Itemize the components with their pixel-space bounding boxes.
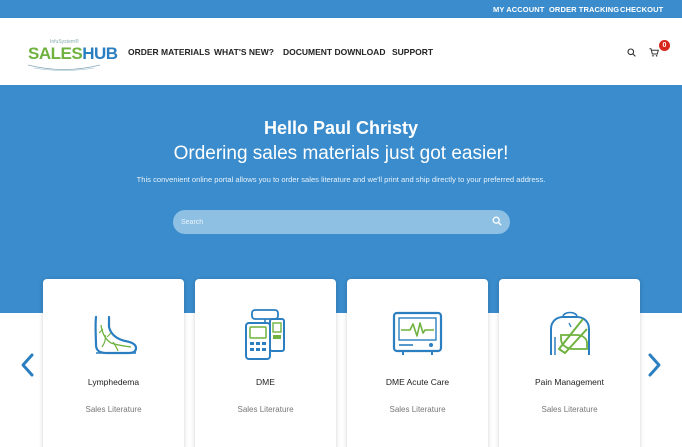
arm-sling-icon [550,311,590,355]
card-subtitle: Sales Literature [85,405,142,414]
site-header: InfuSystem® SALESHUB ORDER MATERIALS WHA… [0,18,682,85]
category-card-dme[interactable]: DME Sales Literature [195,279,336,447]
search-icon[interactable] [627,48,636,57]
utility-bar: MY ACCOUNT ORDER TRACKING CHECKOUT [0,0,682,18]
nav-order-materials[interactable]: ORDER MATERIALS [128,47,210,57]
monitor-icon [392,311,443,355]
card-title: Pain Management [535,377,604,387]
category-card-dme-acute-care[interactable]: DME Acute Care Sales Literature [347,279,488,447]
logo-swoosh-icon [27,64,101,71]
carousel-next-arrow-icon[interactable] [647,352,663,378]
nav-document-download[interactable]: DOCUMENT DOWNLOAD [283,47,385,57]
search-bar [173,210,510,234]
card-title: DME Acute Care [385,377,450,387]
category-card-lymphedema[interactable]: Lymphedema Sales Literature [43,279,184,447]
card-subtitle: Sales Literature [237,405,294,414]
logo-wordmark: SALESHUB [28,44,118,63]
card-subtitle: Sales Literature [541,405,598,414]
nav-support[interactable]: SUPPORT [392,47,433,57]
greeting-title: Hello Paul Christy [263,118,419,138]
my-account-link[interactable]: MY ACCOUNT [493,5,544,14]
order-tracking-link[interactable]: ORDER TRACKING [549,5,619,14]
saleshub-logo[interactable]: InfuSystem® SALESHUB [26,39,118,75]
hero-subtitle: Ordering sales materials just got easier… [173,143,509,164]
category-card-pain-management[interactable]: Pain Management Sales Literature [499,279,640,447]
search-submit-icon[interactable] [492,216,502,226]
carousel-prev-arrow-icon[interactable] [19,352,35,378]
card-title: DME [256,377,275,387]
card-title: Lymphedema [87,377,140,387]
foot-icon [94,315,138,355]
card-subtitle: Sales Literature [389,405,446,414]
nav-whats-new[interactable]: WHAT'S NEW? [214,47,274,57]
infusion-pump-icon [245,309,285,360]
hero-description: This convenient online portal allows you… [136,175,546,184]
search-input[interactable] [181,214,481,230]
checkout-link[interactable]: CHECKOUT [620,5,663,14]
cart-icon[interactable] [649,48,659,57]
cart-count-badge: 0 [659,40,670,51]
